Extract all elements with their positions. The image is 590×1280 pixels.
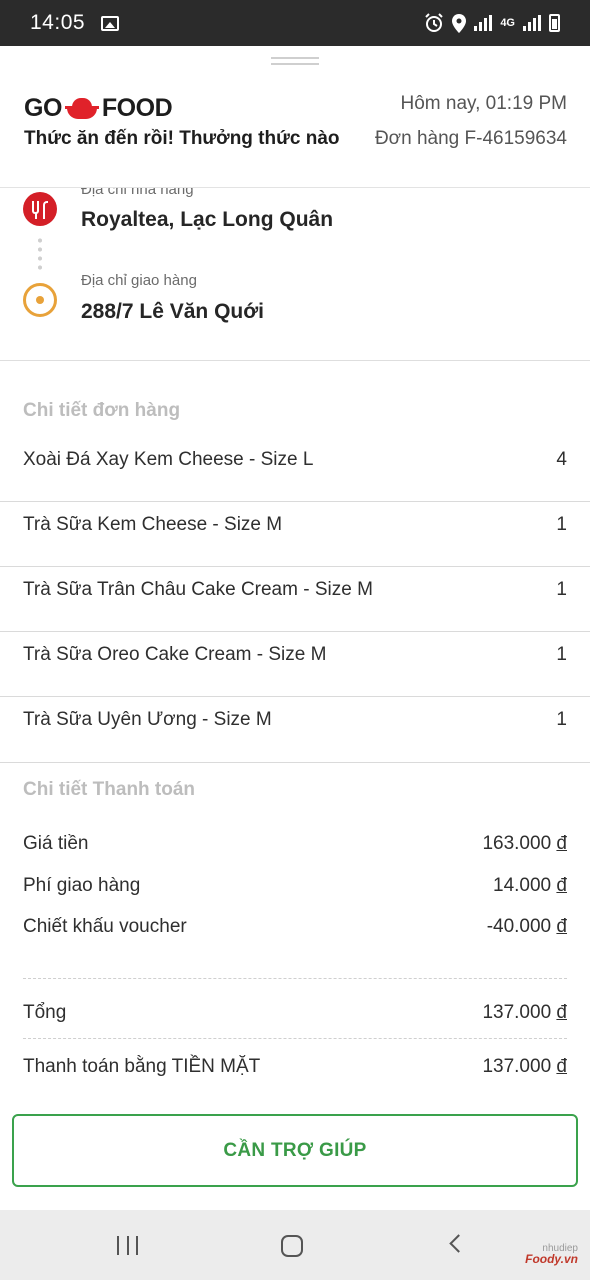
price-row: Giá tiền 163.000 đ: [23, 833, 567, 855]
bowl-icon: [64, 97, 99, 120]
drag-handle[interactable]: [271, 57, 319, 65]
logo-text-go: GO: [24, 94, 62, 122]
status-icons: 4G: [424, 13, 560, 33]
network-type: 4G: [500, 17, 515, 29]
total-value: 137.000: [482, 1002, 552, 1023]
restaurant-address-label: Địa chỉ nhà hàng: [81, 188, 194, 198]
status-time: 14:05: [30, 11, 86, 34]
watermark: nhudiep Foody.vn: [525, 1243, 578, 1266]
order-item-qty: 1: [556, 644, 567, 665]
system-nav-bar: nhudiep Foody.vn: [0, 1210, 590, 1280]
currency-symbol: đ: [556, 1002, 567, 1023]
voucher-value: -40.000: [486, 916, 552, 937]
status-bar: 14:05 4G: [0, 0, 590, 46]
watermark-brand: Foody.vn: [525, 1252, 578, 1266]
cash-payment-value: 137.000: [482, 1056, 552, 1077]
page-title: Thức ăn đến rồi! Thưởng thức nào: [24, 128, 340, 149]
order-item-name: Xoài Đá Xay Kem Cheese - Size L: [23, 449, 314, 470]
delivery-address: 288/7 Lê Văn Quới: [81, 300, 265, 323]
row-divider: [0, 696, 590, 697]
back-icon[interactable]: [449, 1234, 468, 1253]
alarm-icon: [425, 13, 444, 32]
gofood-logo: GO FOOD: [24, 94, 173, 123]
signal-icon: [523, 15, 541, 31]
order-section-title: Chi tiết đơn hàng: [23, 400, 181, 421]
payment-section-title: Chi tiết Thanh toán: [23, 779, 196, 800]
battery-icon: [549, 14, 560, 32]
total-row: Tổng 137.000 đ: [23, 1002, 567, 1024]
order-item-qty: 1: [556, 514, 567, 535]
currency-symbol: đ: [556, 916, 567, 937]
dashed-divider: [23, 978, 567, 979]
restaurant-address: Royaltea, Lạc Long Quân: [81, 208, 334, 231]
price-value: 163.000: [482, 833, 552, 854]
cash-payment-row: Thanh toán bằng TIỀN MẶT 137.000 đ: [23, 1056, 567, 1078]
order-detail-sheet: GO FOOD Thức ăn đến rồi! Thưởng thức nào…: [0, 46, 590, 1210]
order-item-name: Trà Sữa Oreo Cake Cream - Size M: [23, 644, 327, 665]
restaurant-pin-icon: [23, 192, 57, 226]
recent-apps-icon[interactable]: [117, 1236, 138, 1255]
price-label: Giá tiền: [23, 833, 89, 854]
delivery-pin-icon: [23, 283, 57, 317]
order-id: Đơn hàng F-46159634: [374, 128, 567, 149]
row-divider: [0, 566, 590, 567]
order-header: GO FOOD Thức ăn đến rồi! Thưởng thức nào…: [0, 86, 590, 186]
total-label: Tổng: [23, 1002, 67, 1023]
currency-symbol: đ: [556, 833, 567, 854]
route-dots: [38, 236, 42, 272]
row-divider: [0, 501, 590, 502]
voucher-label: Chiết khấu voucher: [23, 916, 187, 937]
order-item-row: Trà Sữa Uyên Ương - Size M 1: [0, 709, 590, 774]
order-item-name: Trà Sữa Uyên Ương - Size M: [23, 709, 272, 730]
cash-payment-label: Thanh toán bằng TIỀN MẶT: [23, 1056, 261, 1077]
delivery-fee-label: Phí giao hàng: [23, 875, 141, 896]
order-item-row: Trà Sữa Trân Châu Cake Cream - Size M 1: [0, 579, 590, 644]
order-item-row: Trà Sữa Oreo Cake Cream - Size M 1: [0, 644, 590, 709]
order-item-qty: 4: [556, 449, 567, 470]
address-section: Địa chỉ nhà hàng Royaltea, Lạc Long Quân…: [0, 188, 590, 360]
order-item-qty: 1: [556, 709, 567, 730]
row-divider: [0, 631, 590, 632]
location-icon: [452, 13, 467, 33]
order-date: Hôm nay, 01:19 PM: [400, 93, 567, 114]
voucher-row: Chiết khấu voucher -40.000 đ: [23, 916, 567, 938]
order-item-name: Trà Sữa Kem Cheese - Size M: [23, 514, 283, 535]
row-divider: [0, 762, 590, 763]
order-item-row: Xoài Đá Xay Kem Cheese - Size L 4: [0, 449, 590, 514]
order-item-row: Trà Sữa Kem Cheese - Size M 1: [0, 514, 590, 579]
need-help-button[interactable]: CẦN TRỢ GIÚP: [12, 1114, 578, 1187]
order-item-qty: 1: [556, 579, 567, 600]
delivery-fee-row: Phí giao hàng 14.000 đ: [23, 875, 567, 897]
divider: [0, 360, 590, 361]
currency-symbol: đ: [556, 1056, 567, 1077]
delivery-fee-value: 14.000: [493, 875, 552, 896]
order-item-name: Trà Sữa Trân Châu Cake Cream - Size M: [23, 579, 373, 600]
wifi-icon: [474, 15, 493, 31]
dashed-divider: [23, 1038, 567, 1039]
delivery-address-label: Địa chỉ giao hàng: [81, 272, 197, 289]
home-icon[interactable]: [281, 1235, 303, 1257]
currency-symbol: đ: [556, 875, 567, 896]
logo-text-food: FOOD: [101, 94, 173, 122]
gallery-icon: [101, 15, 120, 31]
